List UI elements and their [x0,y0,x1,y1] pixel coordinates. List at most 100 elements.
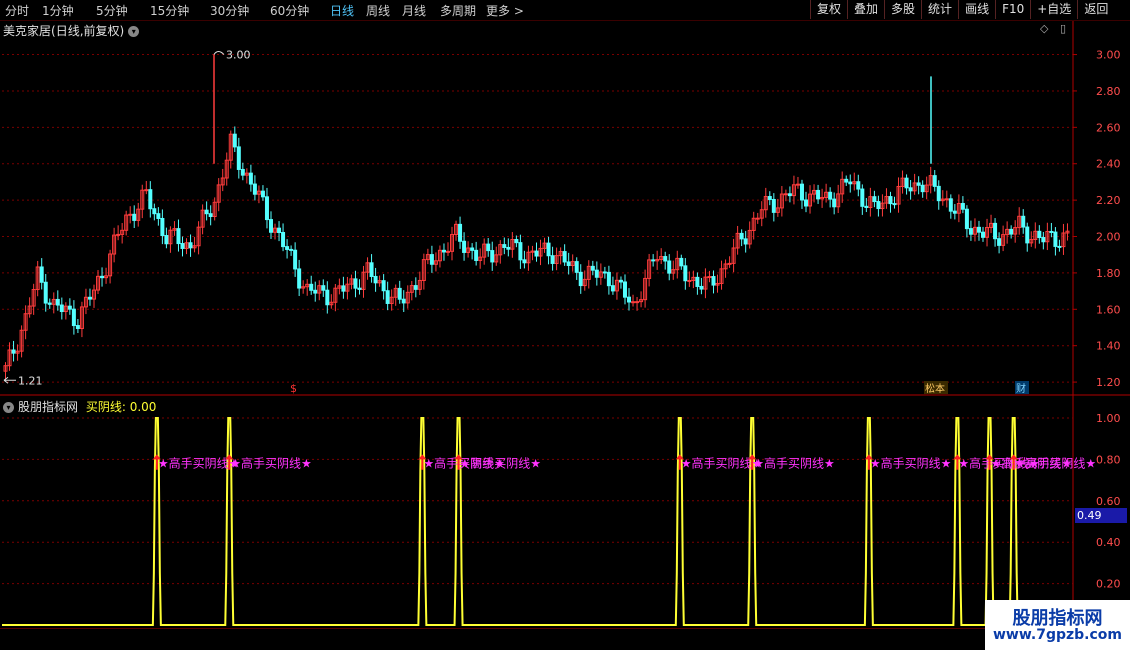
candle-body [281,232,286,248]
candle-body [156,213,161,219]
candle-body [100,275,105,279]
candle-body [562,251,567,263]
candle-body [87,296,92,300]
price-tick-label: 2.00 [1096,231,1121,244]
candle-body [164,235,169,245]
candle-body [1037,230,1042,239]
stats-button[interactable]: 统计 [921,0,958,19]
candle-body [458,223,463,242]
period-60min[interactable]: 60分钟 [270,2,309,19]
candle-body [67,305,72,310]
period-daily[interactable]: 日线 [330,2,354,19]
period-fenshi[interactable]: 分时 [5,2,29,19]
candle-body [252,183,257,195]
draw-line-button[interactable]: 画线 [958,0,995,19]
watermark-url: www.7gpzb.com [992,627,1122,643]
candle-body [964,208,969,230]
candle-body [783,193,788,196]
price-tick-label: 1.40 [1096,340,1121,353]
candle-body [635,301,640,304]
candle-body [11,349,16,354]
candle-body [566,261,571,266]
candle-body [920,184,925,193]
candle-body [401,298,406,304]
price-tick-label: 1.20 [1096,376,1121,389]
candle-body [602,271,607,274]
back-button[interactable]: 返回 [1077,0,1114,19]
candle-body [268,219,273,233]
signal-label: ★高手买阴线★ [753,456,835,471]
candle-body [976,226,981,233]
chevron-down-icon[interactable]: ▾ [3,402,14,413]
candle-body [727,262,732,265]
candle-body [413,285,418,290]
period-5min[interactable]: 5分钟 [96,2,128,19]
period-monthly[interactable]: 月线 [402,2,426,19]
candle-body [848,181,853,185]
candle-body [373,275,378,284]
f10-button[interactable]: F10 [995,0,1030,19]
candle-body [606,271,611,287]
candle-body [369,262,374,277]
candle-body [711,276,716,286]
overlay-button[interactable]: 叠加 [847,0,884,19]
period-15min[interactable]: 15分钟 [150,2,189,19]
candle-body [144,189,149,192]
indicator-line-value: 0.00 [129,400,157,414]
add-favorite-button[interactable]: +自选 [1030,0,1077,19]
candle-body [667,260,672,274]
candle-body [631,301,636,304]
candle-body [462,240,467,253]
candlestick-chart[interactable]: 3.00 2.80 2.60 2.40 2.20 2.00 1.80 1.60 1.40 1.20… [0,21,1130,629]
candle-body [506,246,511,250]
candle-body [297,268,302,289]
period-more[interactable]: 更多 > [486,2,524,19]
candle-body [590,265,595,271]
period-1min[interactable]: 1分钟 [42,2,74,19]
candle-body [429,254,434,265]
candle-body [1021,215,1026,228]
candle-body [960,203,965,210]
event-marker-caijiu: 松本 [925,382,945,395]
candle-body [180,243,185,249]
candle-body [679,257,684,267]
low-price-label: 1.21 [18,374,43,387]
buy-yin-line [2,417,1072,626]
candle-body [248,172,253,185]
signal-label: ★高手买阴线★ [870,456,952,471]
candle-body [707,276,712,279]
candle-body [574,261,579,273]
candle-body [534,250,539,257]
candle-body [948,198,953,212]
period-weekly[interactable]: 周线 [366,2,390,19]
candle-body [968,228,973,235]
period-toolbar: 分时 1分钟 5分钟 15分钟 30分钟 60分钟 日线 周线 月线 多周期 更… [0,0,1130,21]
candle-body [502,244,507,248]
candle-body [518,242,523,261]
candle-body [618,279,623,283]
period-30min[interactable]: 30分钟 [210,2,249,19]
candle-body [357,287,362,290]
candle-body [132,213,137,221]
multi-stock-button[interactable]: 多股 [884,0,921,19]
price-tick-label: 2.40 [1096,158,1121,171]
candle-body [981,231,986,238]
candle-body [514,238,519,244]
period-multi[interactable]: 多周期 [440,2,476,19]
candle-body [176,228,181,245]
event-marker-s: $ [290,382,297,395]
candle-body [445,250,450,253]
candle-body [313,289,318,294]
candle-body [232,133,237,148]
fuquan-button[interactable]: 复权 [810,0,847,19]
candle-body [739,232,744,240]
candle-body [309,283,314,291]
candle-body [743,238,748,245]
candle-body [208,213,213,218]
indicator-name: 股朋指标网 [18,400,79,414]
candle-body [128,213,133,216]
candle-body [578,271,583,287]
candle-body [993,222,998,240]
candle-body [264,196,269,221]
candle-body [116,233,121,236]
